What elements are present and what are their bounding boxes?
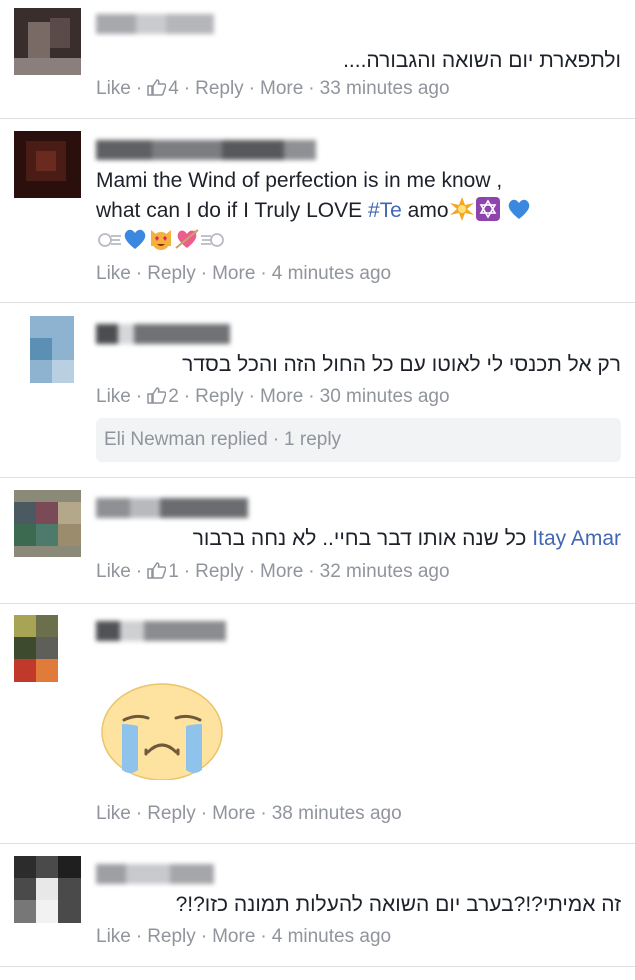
separator bbox=[0, 118, 635, 119]
author-name-blurred[interactable] bbox=[96, 324, 230, 344]
reply-link[interactable]: Reply bbox=[147, 803, 196, 824]
blue-heart-icon bbox=[509, 199, 530, 219]
author-name-blurred[interactable] bbox=[96, 864, 214, 884]
separator bbox=[0, 603, 635, 604]
comment-text-line-1: Mami the Wind of perfection is in me kno… bbox=[96, 169, 503, 192]
star-of-david-icon bbox=[475, 197, 500, 221]
dash-icon bbox=[201, 233, 224, 247]
comment-text: Itay Amar כל שנה אותו דבר בחיי.. לא נחה … bbox=[193, 524, 621, 553]
heart-with-arrow-icon bbox=[175, 229, 199, 249]
text-prefix: what can I do if I Truly LOVE bbox=[96, 199, 368, 222]
collision-icon bbox=[449, 197, 474, 221]
blue-heart-icon bbox=[124, 229, 146, 249]
more-link[interactable]: More bbox=[212, 263, 255, 284]
separator bbox=[0, 477, 635, 478]
reply-author: Eli Newman bbox=[104, 429, 206, 450]
like-link[interactable]: Like bbox=[96, 803, 131, 824]
like-link[interactable]: Like bbox=[96, 926, 131, 947]
crying-face-sticker bbox=[101, 683, 223, 780]
reply-link[interactable]: Reply bbox=[147, 263, 196, 284]
author-name-blurred[interactable] bbox=[96, 621, 226, 641]
avatar[interactable] bbox=[14, 856, 81, 923]
comment-meta: Like · 2 · Reply · More · 30 minutes ago bbox=[96, 386, 450, 407]
thumbs-up-icon bbox=[147, 387, 167, 404]
comment-meta: Like · Reply · More · 4 minutes ago bbox=[96, 926, 392, 947]
thumbs-up-icon bbox=[147, 562, 167, 579]
like-link[interactable]: Like bbox=[96, 386, 131, 407]
like-count: 4 bbox=[168, 78, 179, 99]
avatar[interactable] bbox=[14, 8, 81, 75]
comment-meta: Like · Reply · More · 4 minutes ago bbox=[96, 263, 392, 284]
dash-icon bbox=[98, 233, 121, 247]
comment-meta: Like · 4 · Reply · More · 33 minutes ago bbox=[96, 78, 450, 99]
timestamp[interactable]: 4 minutes ago bbox=[272, 263, 391, 284]
author-name-blurred[interactable] bbox=[96, 14, 214, 34]
hashtag-link[interactable]: #Te bbox=[368, 199, 402, 222]
like-link[interactable]: Like bbox=[96, 561, 131, 582]
more-link[interactable]: More bbox=[260, 78, 303, 99]
timestamp[interactable]: 32 minutes ago bbox=[320, 561, 450, 582]
avatar[interactable] bbox=[14, 490, 81, 557]
separator bbox=[0, 843, 635, 844]
reply-count: 1 reply bbox=[284, 429, 342, 450]
avatar[interactable] bbox=[14, 316, 81, 383]
comment-meta: Like · 1 · Reply · More · 32 minutes ago bbox=[96, 561, 450, 582]
like-link[interactable]: Like bbox=[96, 78, 131, 99]
comment-text: זה אמיתי?!?בערב יום השואה להעלות תמונה כ… bbox=[175, 893, 621, 916]
timestamp[interactable]: 33 minutes ago bbox=[320, 78, 450, 99]
heart-eyes-cat-icon bbox=[151, 230, 171, 250]
reply-link[interactable]: Reply bbox=[195, 386, 244, 407]
comment-text-line-2: what can I do if I Truly LOVE #Te amo bbox=[96, 196, 532, 225]
text-suffix: amo bbox=[401, 199, 449, 222]
view-replies-button[interactable]: Eli Newman replied · 1 reply bbox=[96, 418, 621, 462]
like-count: 2 bbox=[168, 386, 179, 407]
more-link[interactable]: More bbox=[260, 561, 303, 582]
comment-text: רק אל תכנסי לי לאוטו עם כל החול הזה והכל… bbox=[182, 353, 621, 376]
reply-link[interactable]: Reply bbox=[195, 78, 244, 99]
reply-link[interactable]: Reply bbox=[147, 926, 196, 947]
thumbs-up-icon bbox=[147, 79, 167, 96]
reply-link[interactable]: Reply bbox=[195, 561, 244, 582]
comment-meta: Like · Reply · More · 38 minutes ago bbox=[96, 803, 402, 824]
more-link[interactable]: More bbox=[260, 386, 303, 407]
more-link[interactable]: More bbox=[212, 926, 255, 947]
avatar[interactable] bbox=[14, 131, 81, 198]
avatar[interactable] bbox=[14, 615, 81, 682]
more-link[interactable]: More bbox=[212, 803, 255, 824]
comment-text: ולתפארת יום השואה והגבורה.... bbox=[343, 49, 621, 72]
timestamp[interactable]: 30 minutes ago bbox=[320, 386, 450, 407]
separator bbox=[0, 302, 635, 303]
timestamp[interactable]: 38 minutes ago bbox=[272, 803, 402, 824]
like-count: 1 bbox=[168, 561, 179, 582]
mention-link[interactable]: Itay Amar bbox=[532, 527, 621, 550]
separator bbox=[0, 966, 635, 967]
author-name-blurred[interactable] bbox=[96, 140, 316, 160]
author-name-blurred[interactable] bbox=[96, 498, 248, 518]
like-link[interactable]: Like bbox=[96, 263, 131, 284]
timestamp[interactable]: 4 minutes ago bbox=[272, 926, 391, 947]
comment-emoji-line bbox=[96, 226, 226, 255]
reply-action: replied bbox=[210, 429, 268, 450]
comment-body: כל שנה אותו דבר בחיי.. לא נחה ברבור bbox=[192, 527, 527, 550]
